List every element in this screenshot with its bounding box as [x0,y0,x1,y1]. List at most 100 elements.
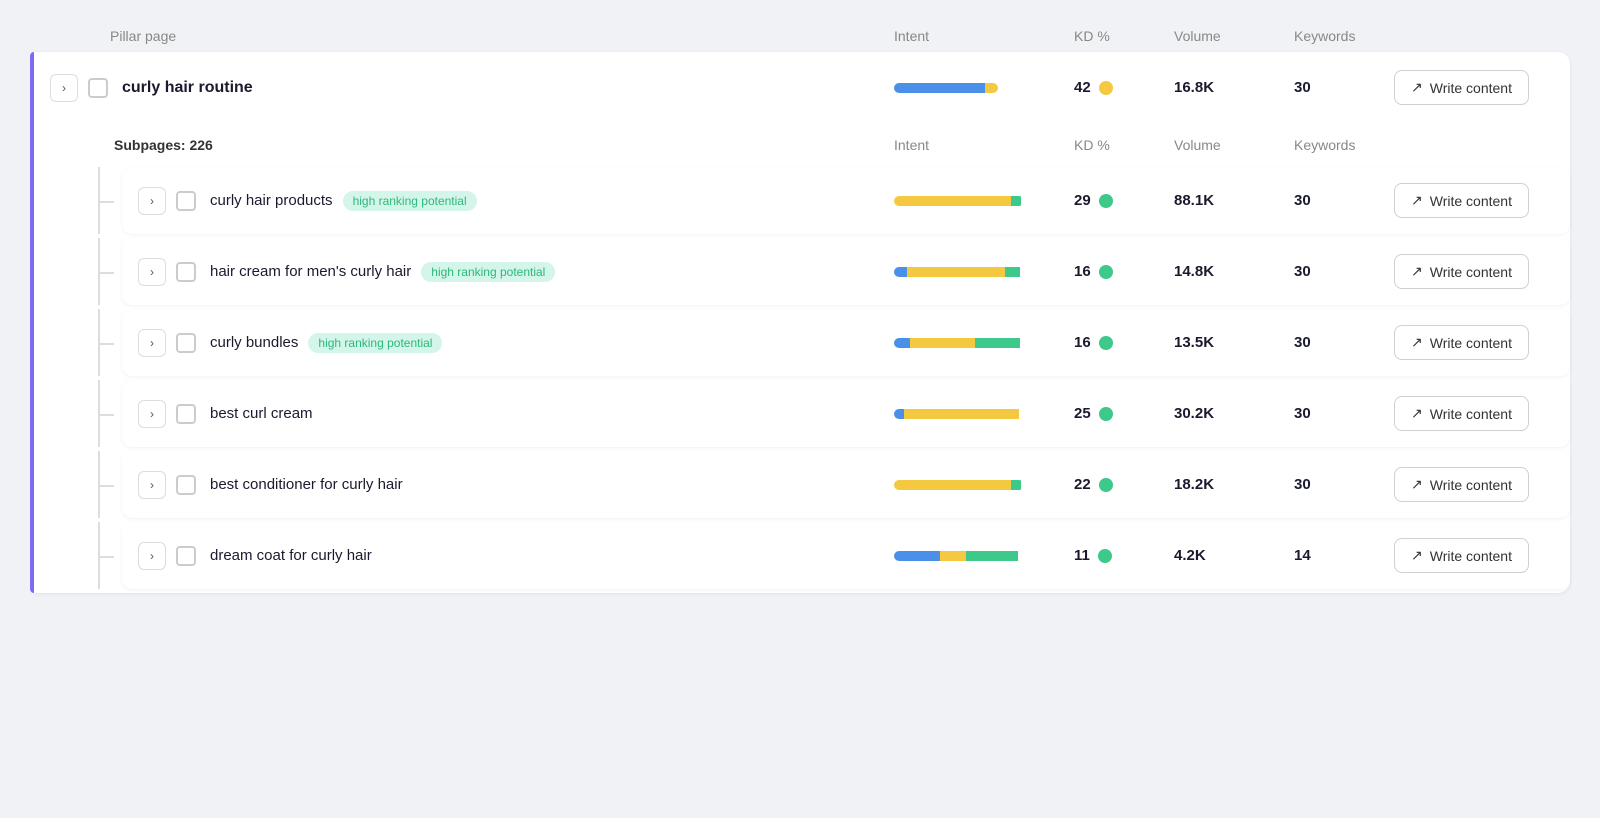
subpage-item-3: › best curl cream 25 30.2K 30 ↗ Write co… [64,380,1570,447]
subpage-keywords-5: 14 [1294,547,1394,564]
write-icon-5: ↗ [1411,547,1423,564]
write-icon-1: ↗ [1411,263,1423,280]
subpage-checkbox-4[interactable] [176,475,196,495]
subpage-title-5: dream coat for curly hair [210,547,894,564]
subpage-action-4: ↗ Write content [1394,467,1554,502]
subpage-item-0: › curly hair productshigh ranking potent… [64,167,1570,234]
subpage-row-1: › hair cream for men's curly hairhigh ra… [122,238,1570,305]
pillar-action: ↗ Write content [1394,70,1554,105]
subpage-intent-bar-2 [894,338,1074,348]
subpage-row-2: › curly bundleshigh ranking potential 16… [122,309,1570,376]
subpage-keywords-4: 30 [1294,476,1394,493]
subpage-write-button-2[interactable]: ↗ Write content [1394,325,1529,360]
subpage-row-5: › dream coat for curly hair 11 4.2K 14 ↗… [122,522,1570,589]
subpages-intent-header: Intent [894,137,1074,153]
subpages-keywords-header: Keywords [1294,137,1394,153]
subpage-kd-dot-1 [1099,265,1113,279]
pillar-kd: 42 [1074,79,1174,96]
subpage-keywords-0: 30 [1294,192,1394,209]
subpage-write-button-5[interactable]: ↗ Write content [1394,538,1529,573]
subpage-checkbox-0[interactable] [176,191,196,211]
subpage-intent-bar-3 [894,409,1074,419]
subpage-volume-0: 88.1K [1174,192,1294,209]
subpage-kd-dot-3 [1099,407,1113,421]
subpage-volume-1: 14.8K [1174,263,1294,280]
high-ranking-badge-0: high ranking potential [343,191,477,211]
pillar-checkbox[interactable] [88,78,108,98]
subpages-label: Subpages: 226 [114,137,894,153]
subpage-card-2: › curly bundleshigh ranking potential 16… [122,309,1570,376]
subpage-item-2: › curly bundleshigh ranking potential 16… [64,309,1570,376]
write-icon-3: ↗ [1411,405,1423,422]
subpage-keywords-2: 30 [1294,334,1394,351]
high-ranking-badge-1: high ranking potential [421,262,555,282]
pillar-write-button[interactable]: ↗ Write content [1394,70,1529,105]
subpage-checkbox-1[interactable] [176,262,196,282]
subpage-action-2: ↗ Write content [1394,325,1554,360]
subpage-write-button-0[interactable]: ↗ Write content [1394,183,1529,218]
subpage-item-5: › dream coat for curly hair 11 4.2K 14 ↗… [64,522,1570,589]
subpage-title-3: best curl cream [210,405,894,422]
pillar-title: curly hair routine [122,79,894,97]
subpage-expand-button-4[interactable]: › [138,471,166,499]
connector-4 [84,451,114,518]
connector-2 [84,309,114,376]
header-keywords: Keywords [1294,28,1394,44]
subpage-volume-3: 30.2K [1174,405,1294,422]
subpage-action-1: ↗ Write content [1394,254,1554,289]
subpage-item-4: › best conditioner for curly hair 22 18.… [64,451,1570,518]
pillar-keywords: 30 [1294,79,1394,96]
subpage-intent-bar-0 [894,196,1074,206]
high-ranking-badge-2: high ranking potential [308,333,442,353]
subpage-kd-dot-0 [1099,194,1113,208]
connector-3 [84,380,114,447]
subpage-row-4: › best conditioner for curly hair 22 18.… [122,451,1570,518]
subpage-checkbox-2[interactable] [176,333,196,353]
write-icon-4: ↗ [1411,476,1423,493]
write-icon: ↗ [1411,79,1423,96]
subpage-expand-button-0[interactable]: › [138,187,166,215]
subpage-kd-0: 29 [1074,192,1174,209]
column-headers: Pillar page Intent KD % Volume Keywords [30,20,1570,52]
pillar-card: › curly hair routine 42 16.8K 30 [30,52,1570,593]
subpage-keywords-1: 30 [1294,263,1394,280]
subpage-write-button-1[interactable]: ↗ Write content [1394,254,1529,289]
subpage-kd-3: 25 [1074,405,1174,422]
subpage-row-3: › best curl cream 25 30.2K 30 ↗ Write co… [122,380,1570,447]
subpage-write-button-4[interactable]: ↗ Write content [1394,467,1529,502]
subpage-item-1: › hair cream for men's curly hairhigh ra… [64,238,1570,305]
subpage-keywords-3: 30 [1294,405,1394,422]
subpage-card-4: › best conditioner for curly hair 22 18.… [122,451,1570,518]
pillar-expand-button[interactable]: › [50,74,78,102]
subpage-row-0: › curly hair productshigh ranking potent… [122,167,1570,234]
subpage-checkbox-3[interactable] [176,404,196,424]
subpage-expand-button-2[interactable]: › [138,329,166,357]
subpage-intent-bar-4 [894,480,1074,490]
subpage-expand-button-3[interactable]: › [138,400,166,428]
write-icon-0: ↗ [1411,192,1423,209]
subpage-expand-button-1[interactable]: › [138,258,166,286]
subpage-kd-dot-2 [1099,336,1113,350]
subpage-kd-1: 16 [1074,263,1174,280]
subpage-list: › curly hair productshigh ranking potent… [64,167,1570,589]
subpages-header: Subpages: 226 Intent KD % Volume Keyword… [64,123,1570,167]
header-kd: KD % [1074,28,1174,44]
subpage-card-3: › best curl cream 25 30.2K 30 ↗ Write co… [122,380,1570,447]
pillar-row: › curly hair routine 42 16.8K 30 [34,52,1570,123]
subpages-volume-header: Volume [1174,137,1294,153]
subpage-kd-dot-5 [1098,549,1112,563]
subpage-checkbox-5[interactable] [176,546,196,566]
subpage-card-0: › curly hair productshigh ranking potent… [122,167,1570,234]
header-pillar: Pillar page [110,28,894,44]
subpage-write-button-3[interactable]: ↗ Write content [1394,396,1529,431]
subpage-title-2: curly bundleshigh ranking potential [210,334,894,351]
subpage-action-3: ↗ Write content [1394,396,1554,431]
subpage-volume-5: 4.2K [1174,547,1294,564]
subpage-expand-button-5[interactable]: › [138,542,166,570]
header-intent: Intent [894,28,1074,44]
header-volume: Volume [1174,28,1294,44]
subpage-card-1: › hair cream for men's curly hairhigh ra… [122,238,1570,305]
subpage-kd-4: 22 [1074,476,1174,493]
subpage-intent-bar-5 [894,551,1074,561]
subpages-section: Subpages: 226 Intent KD % Volume Keyword… [34,123,1570,589]
